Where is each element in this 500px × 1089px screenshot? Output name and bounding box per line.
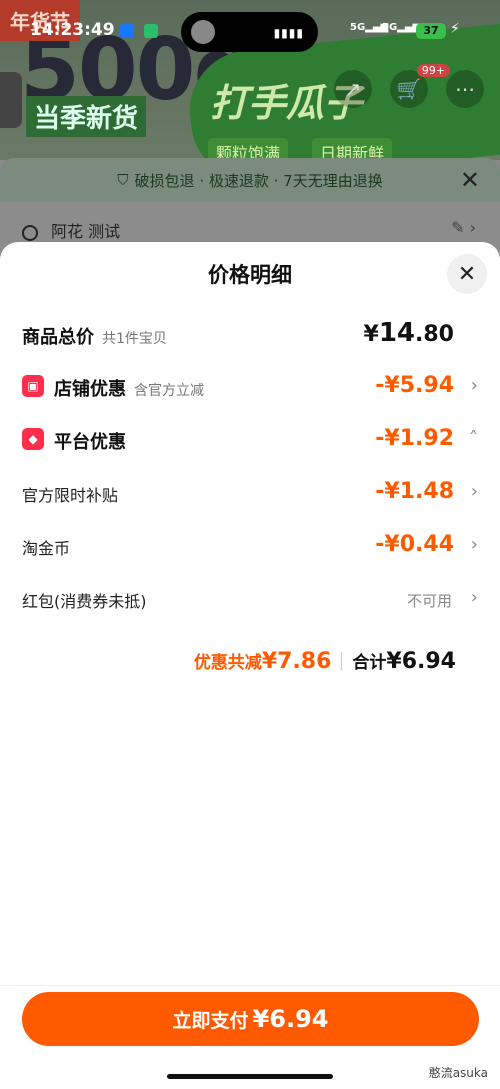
pay-now-button[interactable]: 立即支付 ¥6.94 — [22, 992, 479, 1046]
grand-total-amount: ¥6.94 — [386, 649, 456, 674]
total-price-amount: ¥14.80 — [363, 318, 454, 348]
total-price-label: 商品总价 共1件宝贝 — [22, 327, 167, 348]
banner-chip-2: 日期新鲜 — [312, 138, 393, 160]
status-bar: 14:23:49 ▮▮▮▮ 5G▂▄▆ 5G▂▄▆ 37 ⚡ — [0, 0, 500, 60]
red-packet-label: 红包(消费券未抵) — [22, 592, 147, 611]
chevron-right-icon: › — [470, 587, 478, 608]
coin-amount: -¥0.44 — [375, 532, 454, 557]
savings-amount: ¥7.86 — [261, 649, 332, 674]
store-coupon-icon: ▣ — [22, 375, 44, 397]
chevron-up-icon: ˄ — [469, 428, 478, 449]
home-indicator[interactable] — [167, 1074, 333, 1079]
chevron-right-icon: › — [470, 481, 478, 502]
platform-discount-label: 平台优惠 — [54, 432, 126, 453]
platform-coupon-icon: ◆ — [22, 428, 44, 450]
watermark: 憨流asuka — [428, 1066, 488, 1080]
media-avatar-icon — [191, 20, 215, 44]
store-discount-row[interactable]: ▣ 店铺优惠 含官方立减 -¥5.94 › — [22, 367, 478, 407]
red-packet-row[interactable]: 红包(消费券未抵) 不可用 › — [22, 579, 478, 619]
total-price-row: 商品总价 共1件宝贝 ¥14.80 — [22, 314, 478, 354]
coin-label: 淘金币 — [22, 539, 71, 558]
item-count-text: 共1件宝贝 — [102, 331, 167, 347]
footer-divider — [0, 985, 500, 986]
savings-label: 优惠共减 — [193, 653, 262, 673]
chevron-right-icon: › — [470, 375, 478, 396]
charging-icon: ⚡ — [450, 21, 460, 37]
subsidy-row[interactable]: 官方限时补贴 -¥1.48 › — [22, 473, 478, 513]
shield-icon: ⛉ — [117, 171, 129, 189]
audio-wave-icon: ▮▮▮▮ — [273, 26, 304, 40]
close-icon: ✕ — [457, 261, 477, 287]
battery-icon: 37 — [416, 23, 446, 39]
coin-row[interactable]: 淘金币 -¥0.44 › — [22, 526, 478, 566]
app-notification-icon-2 — [144, 24, 158, 38]
subsidy-amount: -¥1.48 — [375, 479, 454, 504]
signal-icon-2: 5G▂▄▆ — [382, 22, 421, 33]
edit-address-icon[interactable]: ✎ › — [451, 218, 476, 237]
banner-chip-1: 颗粒饱满 — [208, 138, 289, 160]
store-discount-amount: -¥5.94 — [375, 373, 454, 398]
service-notice-text: 破损包退 · 极速退款 · 7天无理由退换 — [134, 171, 383, 190]
service-notice-bar: ⛉ 破损包退 · 极速退款 · 7天无理由退换 ✕ — [0, 158, 500, 202]
side-float-icon[interactable] — [0, 72, 22, 128]
sheet-title: 价格明细 — [208, 263, 292, 287]
summary-divider — [341, 652, 343, 670]
app-notification-icon — [120, 24, 134, 38]
grand-total-label: 合计 — [352, 653, 387, 673]
store-discount-label: 店铺优惠 含官方立减 — [54, 379, 204, 400]
chevron-right-icon: › — [470, 534, 478, 555]
platform-discount-amount: -¥1.92 — [375, 426, 454, 451]
close-notice-icon[interactable]: ✕ — [460, 166, 480, 194]
pay-now-label: 立即支付 — [172, 1009, 249, 1032]
share-icon[interactable]: ↗ — [334, 70, 372, 108]
close-sheet-button[interactable]: ✕ — [447, 254, 487, 294]
price-detail-sheet: 价格明细 ✕ 商品总价 共1件宝贝 ¥14.80 ▣ 店铺优惠 含官方立减 -¥5.… — [0, 242, 500, 1089]
address-name: 阿花 测试 — [51, 222, 121, 241]
subsidy-label: 官方限时补贴 — [22, 486, 119, 505]
banner-sub-text: 当季新货 — [26, 96, 147, 137]
cart-count-badge: 99+ — [416, 64, 450, 77]
location-pin-icon — [22, 224, 38, 241]
red-packet-status: 不可用 — [406, 592, 452, 610]
more-icon[interactable]: ⋯ — [446, 70, 484, 108]
summary-line: 优惠共减 ¥7.86 合计 ¥6.94 — [194, 648, 456, 674]
store-discount-sub: 含官方立减 — [134, 383, 204, 399]
dynamic-island: ▮▮▮▮ — [181, 12, 318, 52]
pay-now-amount: ¥6.94 — [252, 1005, 329, 1033]
status-time: 14:23:49 — [30, 20, 115, 40]
banner-top-icons: ↗ 🛒 ⋯ — [334, 70, 484, 108]
platform-discount-row[interactable]: ◆ 平台优惠 -¥1.92 ˄ — [22, 420, 478, 460]
